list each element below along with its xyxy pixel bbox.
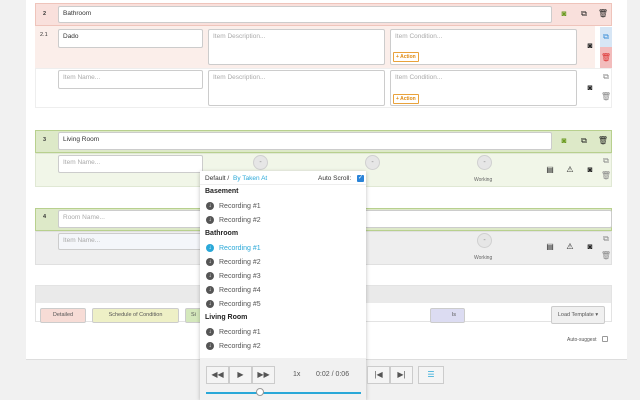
room-number: 4 [43, 214, 47, 220]
progress-track[interactable] [206, 392, 361, 394]
rating-circle[interactable]: - [365, 155, 380, 170]
recording-group-title: Living Room [205, 314, 248, 321]
rating-circle[interactable]: - [477, 155, 492, 170]
recording-group-title: Bathroom [205, 230, 239, 237]
item-name-input[interactable]: Dado [58, 29, 203, 48]
status-label: Working [474, 255, 493, 261]
room-name-input[interactable]: Bathroom [58, 6, 552, 23]
copy-icon[interactable]: ⧉ [600, 233, 612, 245]
room-name-input[interactable]: Living Room [58, 132, 552, 150]
trash-icon[interactable]: 🗑 [597, 8, 609, 20]
recording-label: Recording #1 [219, 328, 261, 336]
sort-default[interactable]: Default / [205, 175, 229, 182]
action-label: Action [400, 96, 416, 102]
recording-label: Recording #5 [219, 300, 261, 308]
load-template-dropdown[interactable]: Load Template ▾ [551, 306, 605, 324]
trash-icon[interactable]: 🗑 [600, 91, 612, 103]
camera-icon[interactable]: ◙ [584, 82, 596, 94]
download-icon[interactable]: ↓ [206, 328, 214, 336]
playback-speed[interactable]: 1x [293, 371, 300, 378]
copy-icon[interactable]: ⧉ [578, 8, 590, 20]
camera-icon[interactable]: ◙ [558, 135, 570, 147]
trash-icon[interactable]: 🗑 [600, 170, 612, 182]
action-label: Action [400, 54, 416, 60]
playback-time: 0:02 / 0:06 [316, 371, 350, 378]
item-name-input[interactable]: Item Name... [58, 233, 203, 250]
warning-icon[interactable]: ⚠ [564, 164, 576, 176]
room-number: 2 [43, 11, 47, 17]
recording-item[interactable]: ↓ Recording #1 [206, 328, 261, 336]
rating-circle[interactable]: - [253, 155, 268, 170]
item-name-input[interactable]: Item Name... [58, 155, 203, 173]
auto-scroll-label: Auto Scroll: [318, 175, 352, 182]
auto-suggest-label: Auto-suggest [567, 337, 597, 343]
recording-label: Recording #1 [219, 244, 261, 252]
item-description-input[interactable]: Item Description... [208, 70, 385, 106]
copy-icon[interactable]: ⧉ [600, 27, 612, 47]
trash-icon[interactable]: 🗑 [597, 135, 609, 147]
item-description-input[interactable]: Item Description... [208, 29, 385, 65]
divider [200, 184, 366, 185]
copy-icon[interactable]: ⧉ [578, 135, 590, 147]
item-number: 2.1 [40, 32, 48, 38]
rewind-button[interactable]: ◀◀ [206, 366, 229, 384]
download-icon[interactable]: ↓ [206, 286, 214, 294]
recording-label: Recording #2 [219, 216, 261, 224]
document-icon[interactable]: ▤ [544, 241, 556, 253]
trash-icon[interactable]: 🗑 [600, 47, 612, 68]
previous-recording-button[interactable]: |◀ [367, 366, 390, 384]
recording-item[interactable]: ↓ Recording #2 [206, 258, 261, 266]
detailed-template-button[interactable]: Detailed [40, 308, 86, 323]
recording-item[interactable]: ↓ Recording #4 [206, 286, 261, 294]
document-icon[interactable]: ▤ [544, 164, 556, 176]
auto-scroll-checkbox[interactable]: ✓ [357, 175, 364, 182]
item-name-input[interactable]: Item Name... [58, 70, 203, 89]
camera-icon[interactable]: ◙ [584, 241, 596, 253]
copy-icon[interactable]: ⧉ [600, 155, 612, 167]
recording-item[interactable]: ↓ Recording #3 [206, 272, 261, 280]
download-icon[interactable]: ↓ [206, 272, 214, 280]
next-recording-button[interactable]: ▶| [390, 366, 413, 384]
recording-group-title: Basement [205, 188, 239, 195]
template-button[interactable]: ls [430, 308, 465, 323]
recording-label: Recording #3 [219, 272, 261, 280]
rating-circle[interactable]: - [477, 233, 492, 248]
camera-icon[interactable]: ◙ [558, 8, 570, 20]
trash-icon[interactable]: 🗑 [600, 250, 612, 262]
auto-suggest-checkbox[interactable] [602, 336, 608, 342]
recording-label: Recording #2 [219, 342, 261, 350]
download-icon[interactable]: ↓ [206, 300, 214, 308]
recording-item[interactable]: ↓ Recording #2 [206, 342, 261, 350]
status-label: Working [474, 177, 493, 183]
schedule-of-condition-button[interactable]: Schedule of Condition [92, 308, 179, 323]
recording-item[interactable]: ↓ Recording #1 [206, 244, 261, 252]
recording-label: Recording #1 [219, 202, 261, 210]
download-icon[interactable]: ↓ [206, 258, 214, 266]
list-toggle-button[interactable]: ☰ [418, 366, 444, 384]
room-number: 3 [43, 137, 47, 143]
download-icon[interactable]: ↓ [206, 342, 214, 350]
sort-by-taken-at[interactable]: By Taken At [233, 175, 267, 182]
camera-icon[interactable]: ◙ [584, 40, 596, 52]
download-icon[interactable]: ↓ [206, 244, 214, 252]
camera-icon[interactable]: ◙ [584, 164, 596, 176]
recordings-popup: Default / By Taken At Auto Scroll: ✓ Bas… [200, 171, 366, 400]
download-icon[interactable]: ↓ [206, 216, 214, 224]
play-button[interactable]: ▶ [229, 366, 252, 384]
fast-forward-button[interactable]: ▶▶ [252, 366, 275, 384]
copy-icon[interactable]: ⧉ [600, 71, 612, 83]
add-action-button[interactable]: + Action [393, 52, 419, 62]
recording-label: Recording #2 [219, 258, 261, 266]
recording-label: Recording #4 [219, 286, 261, 294]
add-action-button[interactable]: + Action [393, 94, 419, 104]
recording-item[interactable]: ↓ Recording #2 [206, 216, 261, 224]
recording-item[interactable]: ↓ Recording #1 [206, 202, 261, 210]
download-icon[interactable]: ↓ [206, 202, 214, 210]
warning-icon[interactable]: ⚠ [564, 241, 576, 253]
recording-item[interactable]: ↓ Recording #5 [206, 300, 261, 308]
